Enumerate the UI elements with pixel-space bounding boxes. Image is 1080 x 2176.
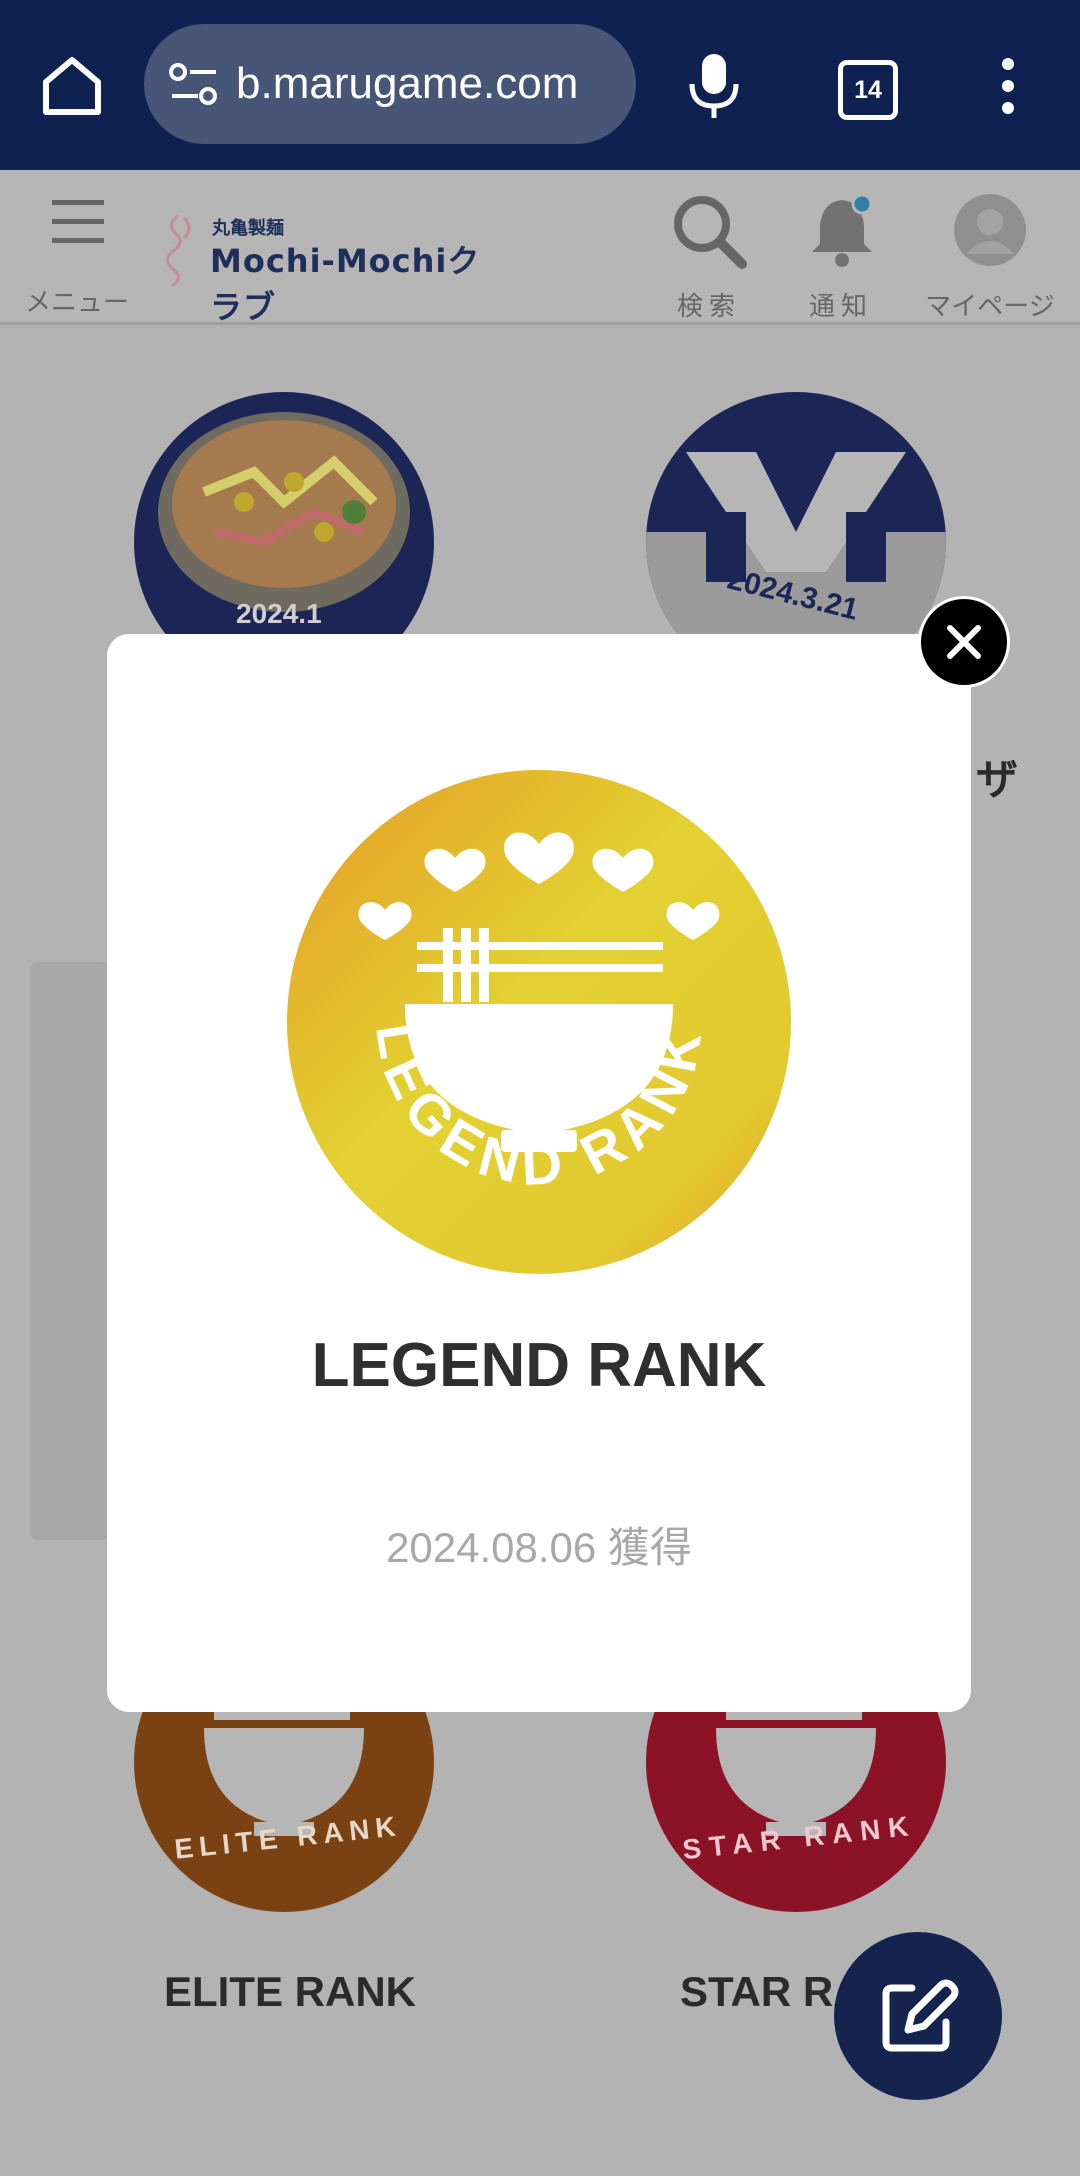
avatar-icon xyxy=(954,194,1026,266)
home-icon[interactable] xyxy=(36,50,108,122)
elite-rank-label: ELITE RANK xyxy=(164,1968,416,2015)
menu-button[interactable]: メニュー xyxy=(22,198,132,318)
badge1-date: 2024.1 xyxy=(236,598,322,629)
site-logo[interactable]: 丸亀製麺 Mochi-Mochiクラブ xyxy=(156,208,506,326)
tab-switcher-button[interactable]: 14 xyxy=(838,60,898,120)
mypage-label: マイページ xyxy=(925,292,1055,322)
close-modal-button[interactable] xyxy=(918,596,1010,688)
address-bar[interactable]: b.marugame.com xyxy=(144,24,636,144)
search-label: 検索 xyxy=(676,292,741,322)
notification-button[interactable]: 通知 xyxy=(776,186,906,322)
microphone-icon[interactable] xyxy=(686,52,742,120)
logo-en-text: Mochi-Mochiクラブ xyxy=(210,242,481,326)
more-options-icon[interactable] xyxy=(996,56,1020,116)
search-icon xyxy=(674,196,747,269)
edit-icon xyxy=(882,1979,959,2052)
compose-button[interactable] xyxy=(834,1932,1002,2100)
badge-detail-modal: LEGEND RANK LEGEND RANK 2024.08.06 獲得 xyxy=(107,634,971,1712)
legend-rank-medal: LEGEND RANK xyxy=(287,770,791,1274)
search-button[interactable]: 検索 xyxy=(644,186,774,322)
modal-title: LEGEND RANK xyxy=(311,1331,767,1400)
logo-mark-icon xyxy=(166,214,191,288)
hamburger-icon xyxy=(52,200,104,243)
url-text[interactable]: b.marugame.com xyxy=(236,56,578,112)
bell-icon xyxy=(812,193,873,267)
browser-toolbar: b.marugame.com 14 xyxy=(0,0,1080,170)
mypage-button[interactable]: マイページ xyxy=(920,186,1060,322)
background-card xyxy=(30,962,110,1540)
menu-label: メニュー xyxy=(24,288,129,318)
close-icon xyxy=(947,625,981,659)
site-settings-icon[interactable] xyxy=(168,60,220,108)
acquired-date: 2024.08.06 獲得 xyxy=(386,1524,692,1571)
badge2-partial-title: ザ xyxy=(976,756,1019,803)
notification-label: 通知 xyxy=(808,292,873,322)
site-header: メニュー 丸亀製麺 Mochi-Mochiクラブ 検索 通知 マイページ xyxy=(0,170,1080,326)
